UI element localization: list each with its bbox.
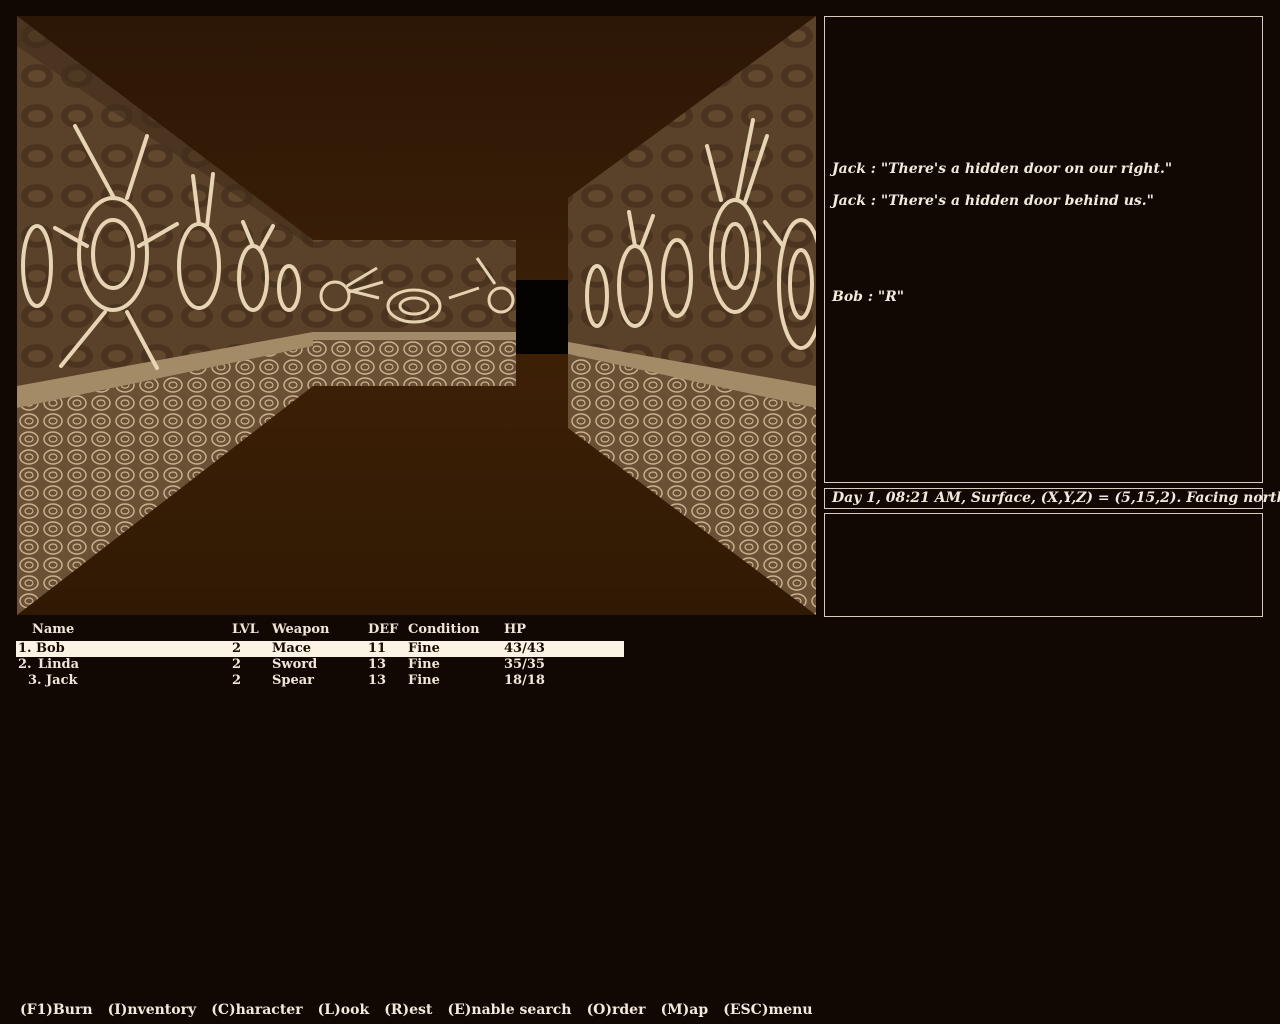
member-condition: Fine xyxy=(408,641,440,656)
member-condition: Fine xyxy=(408,657,440,672)
member-condition: Fine xyxy=(408,673,440,688)
party-row-linda[interactable]: 2. Linda 2 Sword 13 Fine 35/35 xyxy=(16,657,624,673)
party-row-bob[interactable]: 1. Bob 2 Mace 11 Fine 43/43 xyxy=(16,641,624,657)
menu-command[interactable]: (ESC)menu xyxy=(723,1002,812,1018)
member-def: 13 xyxy=(368,657,387,672)
message-log: Jack : "There's a hidden door on our rig… xyxy=(824,16,1263,483)
message-line: Jack : "There's a hidden door on our rig… xyxy=(832,161,1173,177)
status-bar: Day 1, 08:21 AM, Surface, (X,Y,Z) = (5,1… xyxy=(824,488,1280,509)
dark-passage xyxy=(516,280,568,354)
message-line: Jack : "There's a hidden door behind us.… xyxy=(832,193,1154,209)
member-name: Bob xyxy=(36,641,65,656)
member-lvl: 2 xyxy=(232,641,242,656)
inventory-command[interactable]: (I)nventory xyxy=(108,1002,197,1018)
enable-search-command[interactable]: (E)nable search xyxy=(447,1002,571,1018)
command-bar: (F1)Burn (I)nventory (C)haracter (L)ook … xyxy=(20,999,823,1019)
row-number: 3. xyxy=(28,673,42,688)
header-condition: Condition xyxy=(408,622,480,637)
status-text: Day 1, 08:21 AM, Surface, (X,Y,Z) = (5,1… xyxy=(832,490,1280,506)
member-lvl: 2 xyxy=(232,673,242,688)
order-command[interactable]: (O)rder xyxy=(587,1002,646,1018)
rest-command[interactable]: (R)est xyxy=(384,1002,432,1018)
party-table: Name LVL Weapon DEF Condition HP 1. Bob … xyxy=(16,622,626,692)
message-line: Bob : "R" xyxy=(832,289,905,305)
info-panel xyxy=(824,513,1263,617)
member-def: 13 xyxy=(368,673,387,688)
member-def: 11 xyxy=(368,641,387,656)
member-hp: 18/18 xyxy=(504,673,545,688)
row-number: 2. xyxy=(18,657,32,672)
member-hp: 43/43 xyxy=(504,641,545,656)
back-wall xyxy=(313,240,516,386)
dungeon-viewport[interactable] xyxy=(17,16,816,615)
member-lvl: 2 xyxy=(232,657,242,672)
dungeon-scene xyxy=(17,16,816,615)
header-def: DEF xyxy=(368,622,399,637)
member-hp: 35/35 xyxy=(504,657,545,672)
look-command[interactable]: (L)ook xyxy=(318,1002,369,1018)
member-weapon: Mace xyxy=(272,641,311,656)
burn-command[interactable]: (F1)Burn xyxy=(20,1002,93,1018)
header-name: Name xyxy=(32,622,75,637)
header-weapon: Weapon xyxy=(272,622,330,637)
row-number: 1. xyxy=(18,641,32,656)
header-lvl: LVL xyxy=(232,622,259,637)
member-name: Linda xyxy=(38,657,80,672)
member-name: Jack xyxy=(46,673,78,688)
member-weapon: Spear xyxy=(272,673,315,688)
header-hp: HP xyxy=(504,622,527,637)
party-row-jack[interactable]: 3. Jack 2 Spear 13 Fine 18/18 xyxy=(16,673,624,689)
game-screen: Jack : "There's a hidden door on our rig… xyxy=(0,0,1280,1024)
character-command[interactable]: (C)haracter xyxy=(211,1002,302,1018)
map-command[interactable]: (M)ap xyxy=(661,1002,709,1018)
member-weapon: Sword xyxy=(272,657,318,672)
